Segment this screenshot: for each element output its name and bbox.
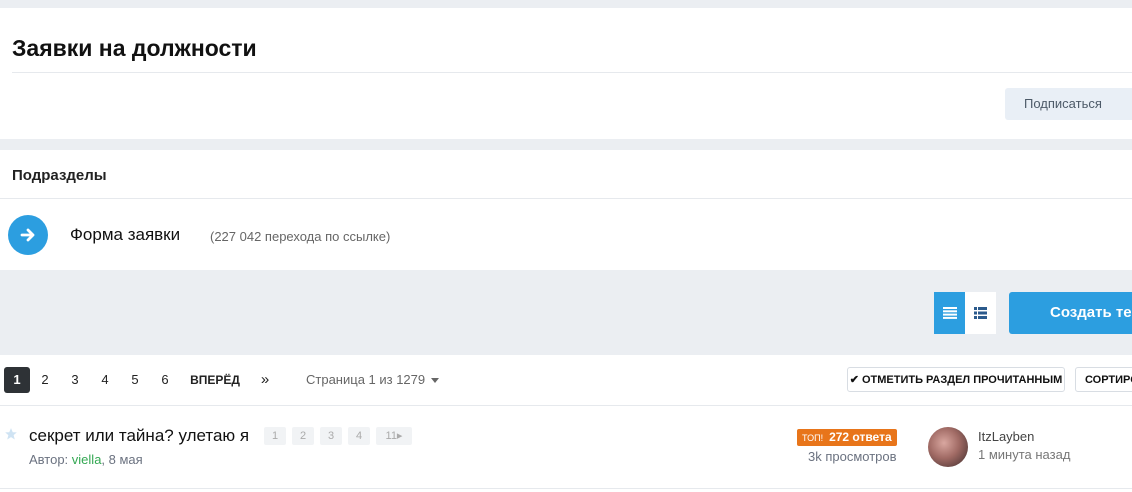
last-post-time[interactable]: 1 минута назад [978, 447, 1070, 462]
last-poster[interactable]: ItzLayben [978, 429, 1034, 444]
create-thread-button[interactable]: Создать тему [1009, 292, 1132, 334]
last-page-link[interactable]: » [254, 367, 276, 393]
thread-page-link[interactable]: 1 [264, 427, 286, 445]
list-detail-icon [974, 307, 987, 319]
subforum-link[interactable]: Форма заявки [70, 225, 180, 245]
subforum-redirect-count: (227 042 перехода по ссылке) [210, 229, 391, 244]
forum-header: Заявки на должности Подписаться [0, 8, 1132, 139]
top-strip [0, 0, 1132, 8]
replies-count: 272 ответа [829, 430, 892, 444]
sort-button[interactable]: СОРТИРОВКА [1075, 367, 1132, 392]
list-view-button[interactable] [934, 292, 965, 334]
subscribe-button[interactable]: Подписаться [1005, 88, 1132, 120]
views-count: 3k просмотров [808, 449, 897, 464]
thread-list: 1 2 3 4 5 6 ВПЕРЁД » Страница 1 из 1279 … [0, 355, 1132, 492]
star-icon[interactable] [4, 427, 18, 441]
page-link[interactable]: 2 [34, 367, 56, 393]
page-link[interactable]: 3 [64, 367, 86, 393]
page-link[interactable]: 6 [154, 367, 176, 393]
thread-title[interactable]: секрет или тайна? улетаю я [29, 426, 249, 446]
detailed-view-button[interactable] [965, 292, 996, 334]
arrow-right-icon[interactable] [8, 215, 48, 255]
divider [12, 72, 1132, 73]
thread-meta: Автор: viella, 8 мая [29, 452, 143, 467]
divider [0, 405, 1132, 406]
page-link[interactable]: 5 [124, 367, 146, 393]
page-info-label: Страница 1 из 1279 [306, 372, 426, 387]
page-link[interactable]: 1 [4, 367, 30, 393]
subforums-block: Подразделы Форма заявки (227 042 переход… [0, 150, 1132, 270]
next-page-link[interactable]: ВПЕРЁД [186, 367, 244, 393]
divider [0, 198, 1132, 199]
subforums-title: Подразделы [12, 167, 107, 184]
replies-badge: ТОП! 272 ответа [797, 429, 897, 446]
thread-page-link[interactable]: 11▸ [376, 427, 412, 445]
thread-page-link[interactable]: 2 [292, 427, 314, 445]
author-link[interactable]: viella [72, 452, 102, 467]
author-prefix: Автор: [29, 452, 72, 467]
page-title: Заявки на должности [12, 35, 257, 61]
thread-page-link[interactable]: 4 [348, 427, 370, 445]
list-lines-icon [943, 307, 957, 319]
mark-read-button[interactable]: ✔ ОТМЕТИТЬ РАЗДЕЛ ПРОЧИТАННЫМ [847, 367, 1065, 392]
top-label: ТОП! [802, 433, 824, 443]
thread-date: , 8 мая [101, 452, 143, 467]
thread-page-link[interactable]: 3 [320, 427, 342, 445]
page-jump[interactable]: Страница 1 из 1279 [306, 367, 440, 393]
avatar[interactable] [928, 427, 968, 467]
divider [0, 488, 1132, 489]
page-link[interactable]: 4 [94, 367, 116, 393]
caret-down-icon [431, 378, 440, 384]
